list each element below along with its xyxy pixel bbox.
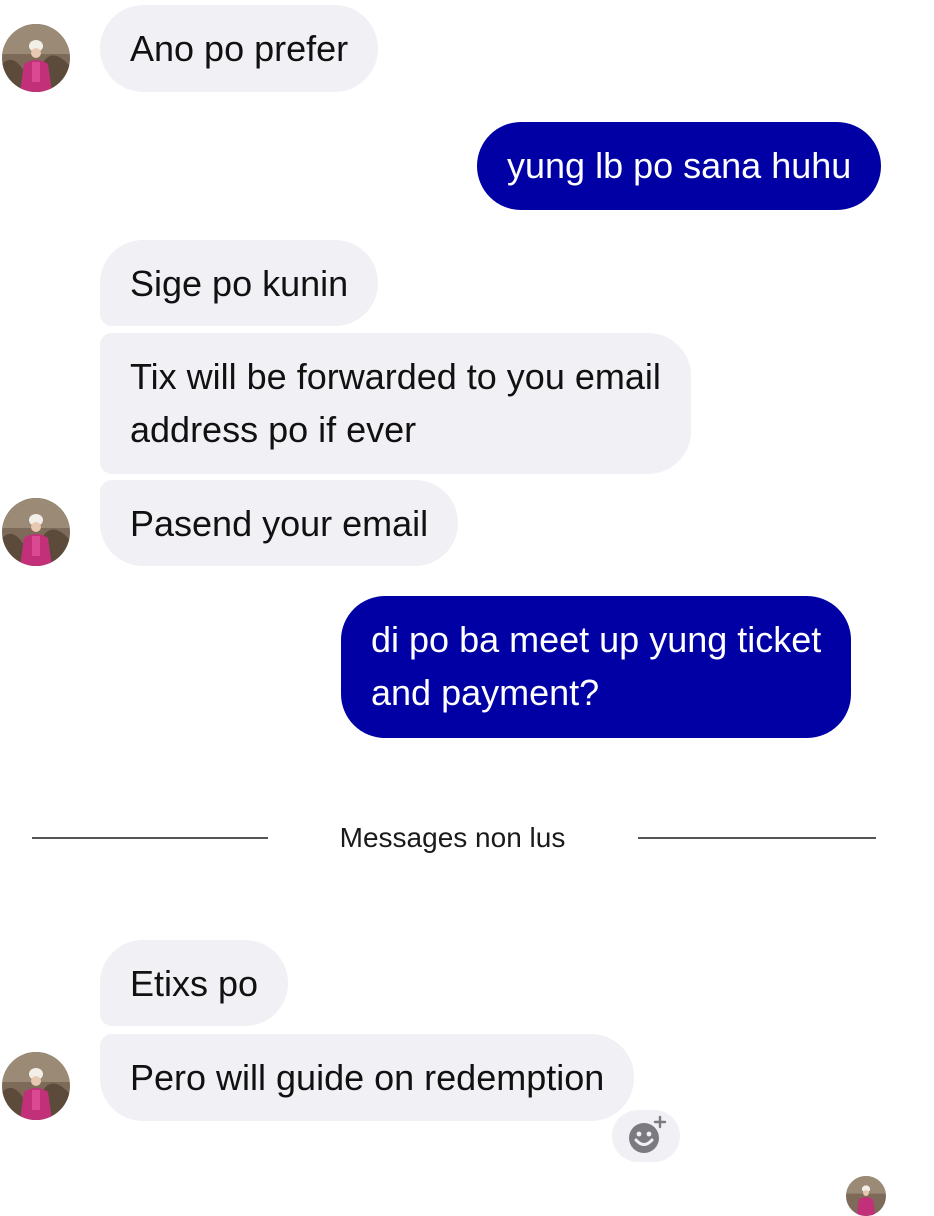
message-text: Pasend your email [130,503,429,544]
message-text: Pero will guide on redemption [130,1057,605,1098]
received-message-bubble[interactable]: Etixs po [100,940,289,1026]
sent-message-bubble[interactable]: di po ba meet up yung ticket and payment… [341,596,852,738]
message-text: Ano po prefer [130,28,349,69]
message-text-line: di po ba meet up yung ticket [371,619,822,660]
received-message-bubble[interactable]: Pero will guide on redemption [100,1034,635,1121]
add-reaction-button[interactable] [612,1110,680,1162]
contact-avatar[interactable] [2,498,70,566]
sent-message-bubble[interactable]: yung lb po sana huhu [477,122,882,210]
read-receipt-avatar [846,1176,886,1216]
smiley-plus-icon [629,1115,667,1153]
unread-divider-line-left [32,837,268,839]
unread-divider-label: Messages non lus [339,822,566,853]
avatar-photo [2,498,70,566]
contact-avatar[interactable] [2,24,70,92]
message-text-line: and payment? [371,672,600,713]
avatar-photo [2,1052,70,1120]
unread-divider-line-right [638,837,876,839]
received-message-bubble[interactable]: Pasend your email [100,480,459,566]
contact-avatar[interactable] [2,1052,70,1120]
message-text: yung lb po sana huhu [507,145,852,186]
message-text: Etixs po [130,963,259,1004]
avatar-photo [846,1176,886,1216]
avatar-photo [2,24,70,92]
received-message-bubble[interactable]: Tix will be forwarded to you email addre… [100,333,691,474]
message-text-line: Tix will be forwarded to you email [130,356,661,397]
received-message-bubble[interactable]: Sige po kunin [100,240,379,326]
message-text-line: address po if ever [130,409,417,450]
message-text: Sige po kunin [130,263,349,304]
received-message-bubble[interactable]: Ano po prefer [100,5,379,92]
